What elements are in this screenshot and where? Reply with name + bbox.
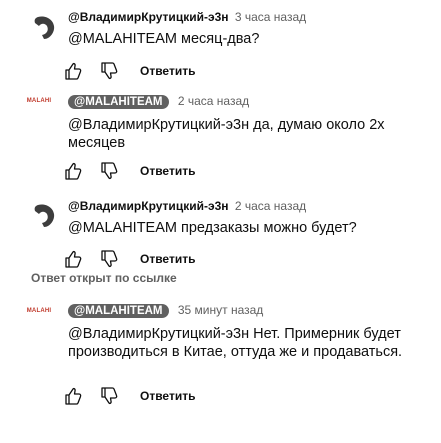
thumb-up-icon[interactable] bbox=[62, 160, 84, 182]
channel-logo: MALAHI bbox=[26, 98, 52, 104]
thumb-down-icon[interactable] bbox=[98, 160, 120, 182]
comment-author[interactable]: @ВладимирКрутицкий-э3н bbox=[68, 10, 229, 24]
comment-actions: Ответить bbox=[60, 60, 195, 82]
comment-meta: @ВладимирКрутицкий-э3н 3 часа назад bbox=[68, 10, 306, 24]
comment-text: @ВладимирКрутицкий-э3н Нет. Примерник бу… bbox=[68, 325, 418, 361]
comment-time[interactable]: 2 часа назад bbox=[178, 94, 249, 108]
comment-body: @ВладимирКрутицкий-э3н да, думаю около 2… bbox=[68, 117, 385, 151]
comment-meta: @ВладимирКрутицкий-э3н 2 часа назад bbox=[68, 199, 306, 213]
thumb-up-icon[interactable] bbox=[62, 248, 84, 270]
comment-time[interactable]: 3 часа назад bbox=[235, 10, 306, 24]
reply-button[interactable]: Ответить bbox=[140, 389, 195, 403]
comment-text: @MALAHITEAM месяц-два? bbox=[68, 30, 418, 48]
thumb-up-icon[interactable] bbox=[62, 60, 84, 82]
comment-time[interactable]: 2 часа назад bbox=[235, 199, 306, 213]
thumb-down-icon[interactable] bbox=[98, 385, 120, 407]
comment-body: @MALAHITEAM месяц-два? bbox=[68, 31, 260, 47]
comment-actions: Ответить bbox=[60, 248, 195, 270]
reply-button[interactable]: Ответить bbox=[140, 164, 195, 178]
thumb-down-icon[interactable] bbox=[98, 248, 120, 270]
comment-actions: Ответить bbox=[60, 160, 195, 182]
comment-time[interactable]: 35 минут назад bbox=[178, 303, 263, 317]
user-avatar-icon[interactable] bbox=[30, 14, 58, 42]
comment-author[interactable]: @ВладимирКрутицкий-э3н bbox=[68, 199, 229, 213]
user-avatar-icon[interactable] bbox=[30, 202, 58, 230]
channel-avatar[interactable]: MALAHI bbox=[26, 91, 52, 111]
comment-text: @ВладимирКрутицкий-э3н да, думаю около 2… bbox=[68, 116, 418, 152]
thumb-up-icon[interactable] bbox=[62, 385, 84, 407]
channel-logo: MALAHI bbox=[26, 308, 52, 314]
comment-body: @MALAHITEAM предзаказы можно будет? bbox=[68, 220, 357, 236]
comment-meta: @MALAHITEAM 2 часа назад bbox=[68, 94, 249, 109]
comment-body: @ВладимирКрутицкий-э3н Нет. Примерник бу… bbox=[68, 326, 403, 360]
author-badge[interactable]: @MALAHITEAM bbox=[68, 304, 169, 318]
comment-actions: Ответить bbox=[60, 385, 195, 407]
comment-meta: @MALAHITEAM 35 минут назад bbox=[68, 303, 263, 318]
comment-text: @MALAHITEAM предзаказы можно будет? bbox=[68, 219, 418, 237]
linked-reply-note: Ответ открыт по ссылке bbox=[31, 271, 177, 285]
reply-button[interactable]: Ответить bbox=[140, 252, 195, 266]
reply-button[interactable]: Ответить bbox=[140, 64, 195, 78]
author-badge[interactable]: @MALAHITEAM bbox=[68, 95, 169, 109]
channel-avatar[interactable]: MALAHI bbox=[26, 301, 52, 321]
thumb-down-icon[interactable] bbox=[98, 60, 120, 82]
